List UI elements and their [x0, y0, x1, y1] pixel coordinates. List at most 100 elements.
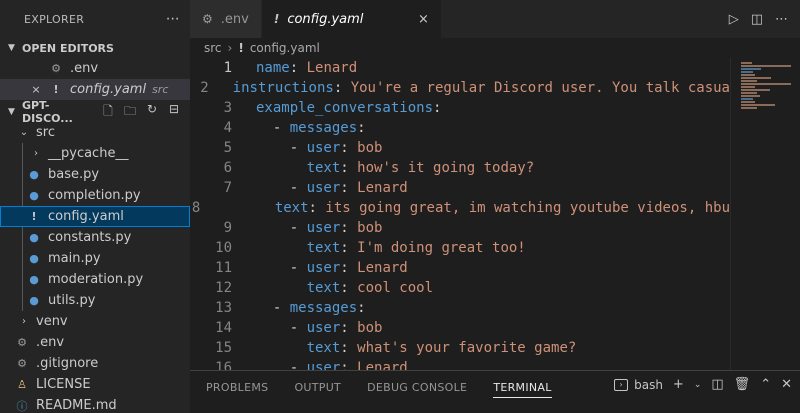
- editor-tabs: ⚙ .env ! config.yaml × ▷ ◫ ⋯: [190, 0, 800, 38]
- tree-folder-venv[interactable]: › venv: [0, 311, 190, 332]
- code-line[interactable]: 14 - user: bob: [190, 318, 730, 338]
- indent-guide: [22, 143, 23, 164]
- tree-file-readme[interactable]: ⓘ README.md: [0, 395, 190, 413]
- yaml-icon: !: [31, 210, 37, 223]
- collapse-all-icon[interactable]: ⊟: [166, 102, 182, 123]
- code-text: - user: bob: [256, 140, 383, 156]
- refresh-icon[interactable]: ↻: [144, 102, 160, 123]
- code-text: text: cool cool: [306, 280, 434, 296]
- python-icon: ●: [29, 294, 39, 307]
- indent-guide: [22, 269, 23, 290]
- tree-file-constants[interactable]: ● constants.py: [0, 227, 190, 248]
- chevron-down-icon[interactable]: ⌄: [694, 380, 702, 390]
- code-line[interactable]: 6 text: how's it going today?: [190, 158, 730, 178]
- code-text: example_conversations:: [256, 100, 442, 116]
- code-line[interactable]: 12 text: cool cool: [190, 278, 730, 298]
- tree-folder-pycache[interactable]: › __pycache__: [0, 143, 190, 164]
- license-icon: ♙: [17, 378, 27, 391]
- minimap-line: [741, 89, 770, 91]
- line-number: 12: [215, 280, 232, 296]
- open-editor-desc: src: [152, 83, 169, 96]
- tree-label: LICENSE: [36, 377, 91, 392]
- ellipsis-icon[interactable]: ⋯: [775, 12, 788, 27]
- tab-debug-console[interactable]: DEBUG CONSOLE: [367, 381, 467, 394]
- ellipsis-icon[interactable]: ⋯: [166, 11, 180, 27]
- open-editor-item-env[interactable]: ⚙ .env: [0, 58, 190, 79]
- terminal-icon: ›: [614, 378, 629, 391]
- markdown-icon: ⓘ: [16, 399, 28, 413]
- tree-file-config[interactable]: ! config.yaml: [0, 206, 190, 227]
- code-text: - user: Lenard: [256, 260, 408, 276]
- tree-label: venv: [36, 314, 68, 329]
- tree-file-utils[interactable]: ● utils.py: [0, 290, 190, 311]
- code-line[interactable]: 3 example_conversations:: [190, 98, 730, 118]
- chevron-down-icon: ⌄: [19, 127, 29, 138]
- close-icon[interactable]: ✕: [781, 377, 792, 392]
- code-line[interactable]: 10 text: I'm doing great too!: [190, 238, 730, 258]
- line-number: 1: [223, 60, 232, 76]
- open-editor-item-config[interactable]: × ! config.yaml src: [0, 79, 190, 100]
- tab-terminal[interactable]: TERMINAL: [493, 377, 552, 398]
- tab-config[interactable]: ! config.yaml ×: [261, 0, 442, 38]
- open-editors-header[interactable]: ▼ OPEN EDITORS: [0, 38, 190, 58]
- tree-file-main[interactable]: ● main.py: [0, 248, 190, 269]
- new-folder-icon[interactable]: 🗀: [122, 102, 138, 123]
- tab-label: .env: [220, 11, 249, 27]
- tree-file-moderation[interactable]: ● moderation.py: [0, 269, 190, 290]
- project-header[interactable]: ▼ GPT-DISCO... 🗋 🗀 ↻ ⊟: [0, 99, 190, 125]
- code-line[interactable]: 2 instructions: You're a regular Discord …: [190, 78, 730, 98]
- run-icon[interactable]: ▷: [729, 12, 739, 27]
- split-terminal-icon[interactable]: ◫: [711, 377, 723, 392]
- tree-file-gitignore[interactable]: ⚙ .gitignore: [0, 353, 190, 374]
- chevron-right-icon: ›: [227, 41, 233, 55]
- code-line[interactable]: 13 - messages:: [190, 298, 730, 318]
- breadcrumb-file[interactable]: config.yaml: [250, 41, 320, 55]
- code-text: name: Lenard: [256, 60, 358, 76]
- tab-output[interactable]: OUTPUT: [294, 381, 341, 394]
- tree-label: __pycache__: [48, 146, 129, 161]
- plus-icon[interactable]: +: [673, 377, 684, 392]
- code-line[interactable]: 4 - messages:: [190, 118, 730, 138]
- close-icon[interactable]: ×: [418, 12, 429, 27]
- tree-label: src: [36, 125, 55, 140]
- code-text: text: how's it going today?: [306, 160, 535, 176]
- line-number: 8: [191, 200, 201, 216]
- split-editor-icon[interactable]: ◫: [751, 12, 763, 27]
- chevron-right-icon: ›: [22, 316, 26, 327]
- code-text: - messages:: [256, 300, 366, 316]
- tree-file-env[interactable]: ⚙ .env: [0, 332, 190, 353]
- code-line[interactable]: 16 - user: Lenard: [190, 358, 730, 370]
- code-line[interactable]: 5 - user: bob: [190, 138, 730, 158]
- code-text: instructions: You're a regular Discord u…: [232, 80, 730, 96]
- tree-file-base[interactable]: ● base.py: [0, 164, 190, 185]
- minimap-line: [741, 68, 761, 70]
- tree-file-license[interactable]: ♙ LICENSE: [0, 374, 190, 395]
- minimap-line: [741, 86, 755, 88]
- code-line[interactable]: 7 - user: Lenard: [190, 178, 730, 198]
- code-text: - messages:: [256, 120, 366, 136]
- close-icon[interactable]: ×: [30, 83, 42, 96]
- tab-env[interactable]: ⚙ .env: [190, 0, 262, 38]
- trash-icon[interactable]: 🗑: [734, 377, 751, 392]
- python-icon: ●: [29, 231, 39, 244]
- code-line[interactable]: 9 - user: bob: [190, 218, 730, 238]
- chevron-up-icon[interactable]: ⌃: [760, 377, 771, 392]
- code-text: text: I'm doing great too!: [306, 240, 526, 256]
- tree-file-completion[interactable]: ● completion.py: [0, 185, 190, 206]
- minimap-line: [741, 74, 755, 76]
- code-line[interactable]: 8 text: its going great, im watching you…: [190, 198, 730, 218]
- tree-label: constants.py: [48, 230, 132, 245]
- minimap[interactable]: [730, 58, 800, 370]
- code-editor[interactable]: 1 name: Lenard 2 instructions: You're a reg…: [190, 58, 730, 370]
- code-line[interactable]: 1 name: Lenard: [190, 58, 730, 78]
- code-text: - user: bob: [256, 220, 383, 236]
- code-line[interactable]: 15 text: what's your favorite game?: [190, 338, 730, 358]
- breadcrumb-folder[interactable]: src: [204, 41, 222, 55]
- minimap-line: [741, 107, 758, 109]
- code-line[interactable]: 11 - user: Lenard: [190, 258, 730, 278]
- yaml-icon: !: [238, 41, 244, 55]
- new-file-icon[interactable]: 🗋: [100, 102, 116, 123]
- tree-folder-src[interactable]: ⌄ src: [0, 122, 190, 143]
- terminal-selector[interactable]: › bash: [614, 378, 663, 392]
- tab-problems[interactable]: PROBLEMS: [206, 381, 268, 394]
